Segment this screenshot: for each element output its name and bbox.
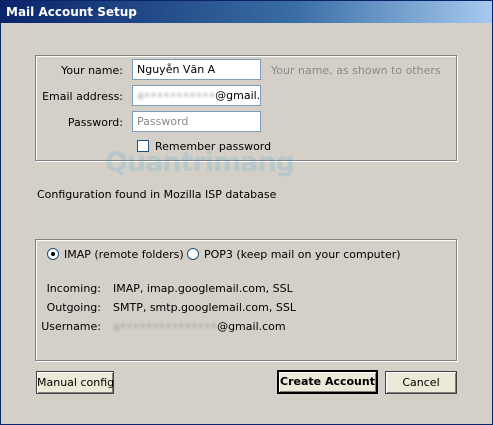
password-field[interactable]: Password bbox=[132, 111, 261, 132]
email-redacted: a••••••••••• bbox=[137, 89, 216, 102]
outgoing-label: Outgoing: bbox=[46, 301, 101, 314]
pop3-label[interactable]: POP3 (keep mail on your computer) bbox=[204, 248, 401, 261]
incoming-value: IMAP, imap.googlemail.com, SSL bbox=[113, 282, 293, 295]
imap-label[interactable]: IMAP (remote folders) bbox=[64, 248, 184, 261]
username-label: Username: bbox=[41, 320, 101, 333]
email-domain: @gmail.com bbox=[215, 89, 261, 102]
pop3-radio[interactable] bbox=[187, 248, 199, 260]
outgoing-value: SMTP, smtp.googlemail.com, SSL bbox=[113, 301, 296, 314]
title-bar[interactable]: Mail Account Setup bbox=[1, 1, 492, 23]
mail-account-setup-dialog: Mail Account Setup Your name: Nguyễn Văn… bbox=[0, 0, 493, 425]
cancel-button[interactable]: Cancel bbox=[385, 371, 457, 394]
email-address-field[interactable]: a•••••••••••@gmail.com bbox=[132, 85, 261, 106]
watermark-logo: Quantrimang bbox=[105, 147, 295, 178]
status-message: Configuration found in Mozilla ISP datab… bbox=[37, 188, 277, 201]
your-name-field[interactable]: Nguyễn Văn A bbox=[132, 59, 261, 80]
dialog-body: Your name: Nguyễn Văn A Your name, as sh… bbox=[1, 23, 492, 424]
username-value: a•••••••••••••••@gmail.com bbox=[113, 320, 286, 333]
password-label: Password: bbox=[67, 116, 123, 129]
create-account-button[interactable]: Create Account bbox=[277, 370, 378, 394]
manual-config-button[interactable]: Manual config bbox=[36, 371, 114, 394]
incoming-label: Incoming: bbox=[46, 282, 101, 295]
window-title: Mail Account Setup bbox=[6, 5, 137, 19]
your-name-hint: Your name, as shown to others bbox=[271, 64, 441, 77]
your-name-label: Your name: bbox=[61, 64, 123, 77]
email-address-label: Email address: bbox=[42, 90, 123, 103]
imap-radio[interactable] bbox=[47, 248, 59, 260]
username-redacted: a••••••••••••••• bbox=[113, 320, 218, 333]
username-domain: @gmail.com bbox=[217, 320, 286, 333]
your-name-value: Nguyễn Văn A bbox=[137, 63, 216, 76]
password-placeholder: Password bbox=[137, 115, 189, 128]
